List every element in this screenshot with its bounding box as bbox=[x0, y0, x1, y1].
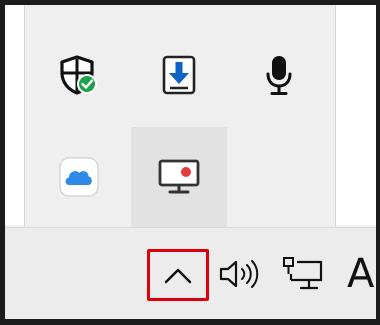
frame-border-bottom bbox=[0, 319, 380, 325]
icloud-icon bbox=[59, 157, 99, 197]
tray-item-microphone[interactable] bbox=[231, 27, 327, 123]
microphone-icon bbox=[266, 56, 292, 95]
download-update-icon bbox=[162, 55, 196, 95]
speaker-volume-icon bbox=[219, 260, 259, 288]
tray-item-windows-security[interactable] bbox=[31, 27, 127, 123]
tray-item-screen-recording[interactable] bbox=[131, 127, 227, 227]
tray-overflow-flyout bbox=[24, 5, 336, 227]
screen-recording-icon bbox=[158, 159, 200, 194]
volume-button[interactable] bbox=[217, 256, 263, 292]
chevron-up-icon bbox=[164, 268, 192, 284]
tray-item-download-update[interactable] bbox=[131, 27, 227, 123]
frame-border-top bbox=[0, 0, 380, 5]
frame-border-right bbox=[376, 0, 380, 325]
frame-border-left bbox=[0, 0, 5, 325]
network-button[interactable] bbox=[281, 254, 327, 294]
show-hidden-icons-button[interactable] bbox=[147, 249, 209, 301]
windows-security-icon bbox=[60, 55, 97, 95]
input-language-indicator[interactable]: A bbox=[347, 250, 374, 298]
tray-item-icloud[interactable] bbox=[31, 129, 127, 225]
taskbar: A bbox=[5, 227, 376, 319]
network-ethernet-icon bbox=[283, 257, 323, 290]
